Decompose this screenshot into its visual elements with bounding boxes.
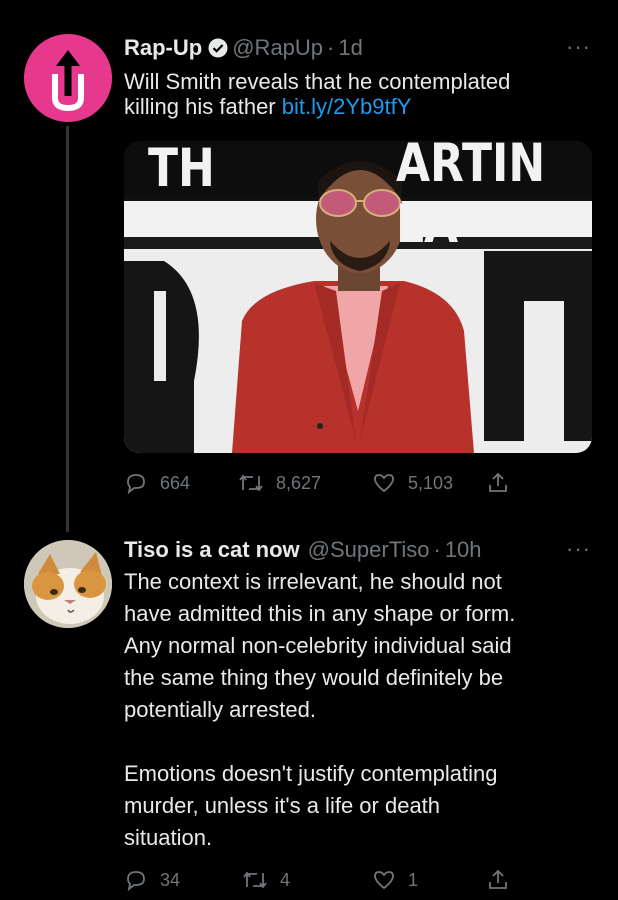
retweet-button[interactable]: 8,627 — [238, 471, 321, 495]
tweet-rapup[interactable]: Rap-Up @RapUp · 1d ··· Will Smith reveals t… — [0, 0, 618, 516]
like-button[interactable]: 5,103 — [372, 471, 453, 495]
thread-line — [66, 510, 69, 532]
tweet-actions: 664 8,627 5,103 — [124, 470, 592, 496]
like-count: 1 — [408, 869, 419, 890]
tweet-link[interactable]: bit.ly/2Yb9tfY — [282, 94, 412, 119]
tweet-text-line: The context is irrelevant, he should not — [124, 569, 502, 594]
share-button[interactable] — [486, 868, 510, 892]
like-icon — [374, 871, 394, 890]
like-count: 5,103 — [408, 472, 454, 493]
sign-text-left: TH — [148, 141, 215, 200]
share-button[interactable] — [486, 471, 510, 495]
separator: · — [433, 537, 441, 562]
cat-avatar-icon — [24, 540, 112, 628]
timestamp[interactable]: 10h — [445, 537, 482, 562]
retweet-count: 8,627 — [276, 472, 322, 493]
tweet-text-line: Emotions doesn't justify contemplating — [124, 761, 498, 786]
retweet-icon — [239, 474, 263, 492]
tweet-supertiso[interactable]: Tiso is a cat now @SuperTiso · 10h ··· The … — [0, 510, 618, 900]
verified-badge-icon — [208, 38, 228, 58]
more-icon[interactable]: ··· — [566, 34, 591, 60]
tweet-text-line: Any normal non-celebrity individual said — [124, 633, 512, 658]
tweet-text-line: murder, unless it's a life or death — [124, 793, 441, 818]
timestamp[interactable]: 1d — [338, 35, 362, 60]
tweet-text-line: potentially arrested. — [124, 697, 316, 722]
tweet-text-line: killing his father — [124, 94, 276, 119]
thread-line — [66, 126, 69, 516]
avatar-supertiso[interactable] — [24, 540, 112, 628]
tweet-header: Rap-Up @RapUp · 1d — [124, 35, 363, 61]
tweet-photo[interactable]: TH ARTIN LA — [124, 141, 592, 453]
reply-count: 664 — [160, 472, 191, 493]
retweet-button[interactable]: 4 — [242, 868, 290, 892]
reply-count: 34 — [160, 869, 181, 890]
rapup-logo-icon — [24, 34, 112, 122]
tweet-text-line: Will Smith reveals that he contemplated — [124, 69, 511, 94]
retweet-icon — [243, 871, 267, 889]
tweet-actions: 34 4 1 — [124, 867, 592, 893]
tweet-text: The context is irrelevant, he should not… — [124, 566, 594, 854]
tweet-text-line: have admitted this in any shape or form. — [124, 601, 516, 626]
tweet-text-line: situation. — [124, 825, 213, 850]
retweet-count: 4 — [280, 869, 291, 890]
avatar-rapup[interactable] — [24, 34, 112, 122]
reply-button[interactable]: 34 — [124, 868, 180, 892]
share-icon — [489, 869, 507, 889]
display-name[interactable]: Tiso is a cat now — [124, 537, 300, 562]
handle[interactable]: @RapUp — [232, 35, 323, 60]
tweet-text: Will Smith reveals that he contemplated … — [124, 69, 594, 119]
handle[interactable]: @SuperTiso — [308, 537, 430, 562]
sign-text-right: ARTIN LA — [396, 141, 546, 256]
reply-icon — [127, 474, 145, 495]
reply-icon — [127, 871, 145, 892]
display-name[interactable]: Rap-Up — [124, 35, 202, 60]
tweet-text-line: the same thing they would definitely be — [124, 665, 504, 690]
like-button[interactable]: 1 — [372, 868, 418, 892]
separator: · — [327, 35, 335, 60]
reply-button[interactable]: 664 — [124, 471, 190, 495]
like-icon — [374, 474, 394, 493]
tweet-header: Tiso is a cat now @SuperTiso · 10h — [124, 537, 482, 563]
share-icon — [489, 472, 507, 492]
more-icon[interactable]: ··· — [566, 536, 591, 562]
